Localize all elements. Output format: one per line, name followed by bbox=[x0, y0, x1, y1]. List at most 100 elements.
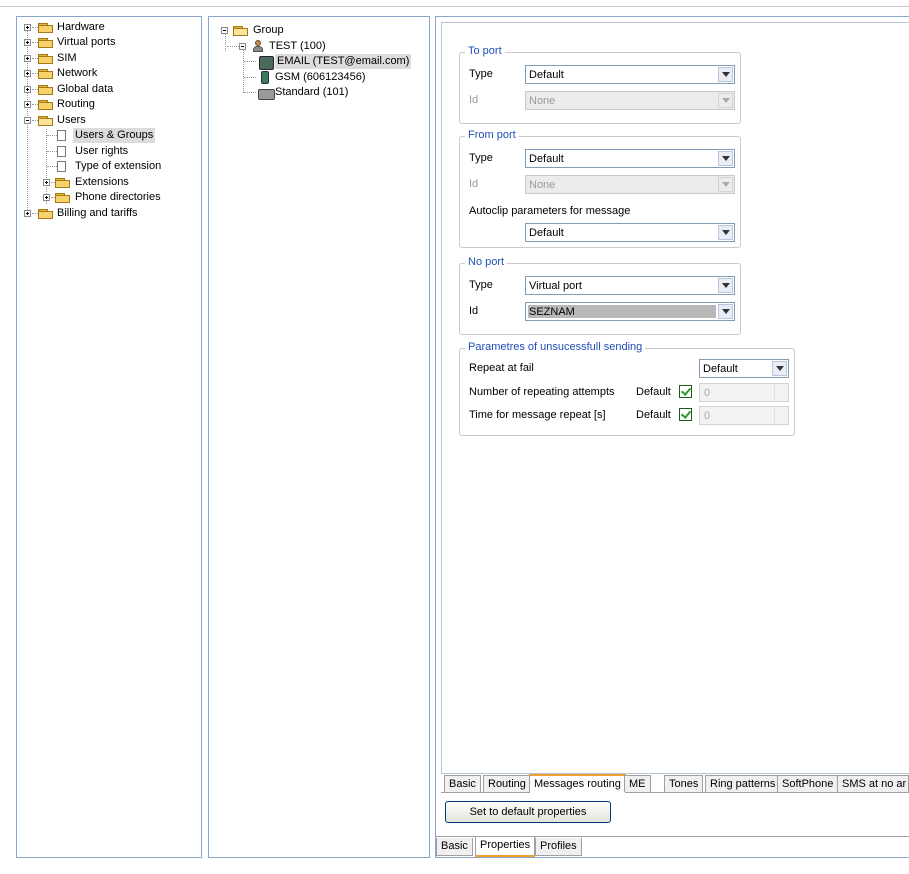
collapse-icon[interactable] bbox=[24, 117, 31, 124]
tree-label: GSM (606123456) bbox=[275, 71, 366, 83]
no-port-type-select[interactable]: Virtual port bbox=[525, 276, 735, 295]
chevron-down-icon[interactable] bbox=[718, 304, 733, 319]
set-default-properties-button[interactable]: Set to default properties bbox=[445, 801, 611, 823]
tab-routing[interactable]: Routing bbox=[483, 775, 531, 792]
document-icon bbox=[57, 146, 66, 157]
folder-icon bbox=[233, 26, 248, 36]
tab-softphone[interactable]: SoftPhone bbox=[777, 775, 839, 792]
email-extension-icon bbox=[259, 56, 274, 70]
time-default-checkbox[interactable] bbox=[679, 408, 692, 421]
tab-outer-basic[interactable]: Basic bbox=[436, 838, 473, 856]
field-label: Id bbox=[469, 305, 479, 317]
default-label: Default bbox=[636, 386, 671, 398]
user-icon bbox=[252, 40, 264, 53]
tree-label: User rights bbox=[75, 145, 129, 157]
unsuccessful-sending-group: Parametres of unsucessfull sending Repea… bbox=[459, 341, 795, 436]
expand-icon[interactable] bbox=[24, 101, 31, 108]
from-port-group: From port Type Default Id None Autoclip … bbox=[459, 129, 741, 248]
field-label: Number of repeating attempts bbox=[469, 386, 615, 398]
to-port-id-select[interactable]: None bbox=[525, 91, 735, 110]
tree-label: Hardware bbox=[57, 21, 105, 33]
field-label: Id bbox=[469, 94, 479, 106]
chevron-down-icon[interactable] bbox=[718, 67, 733, 82]
collapse-icon[interactable] bbox=[239, 43, 246, 50]
tree-label: Standard (101) bbox=[275, 86, 349, 98]
group-title: No port bbox=[465, 256, 508, 268]
field-label: Repeat at fail bbox=[469, 362, 534, 374]
tab-messages-routing[interactable]: Messages routing bbox=[529, 774, 626, 793]
spin-up-icon[interactable] bbox=[774, 408, 787, 415]
tree-label: Group bbox=[253, 24, 284, 36]
tab-outer-properties[interactable]: Properties bbox=[475, 837, 536, 857]
tab-basic[interactable]: Basic bbox=[444, 775, 481, 792]
folder-icon bbox=[38, 38, 53, 48]
from-port-id-select[interactable]: None bbox=[525, 175, 735, 194]
navigation-tree-pane: Hardware Virtual ports SIM Network Globa… bbox=[16, 16, 202, 858]
collapse-icon[interactable] bbox=[221, 27, 228, 34]
repeat-at-fail-select[interactable]: Default bbox=[699, 359, 789, 378]
tree-label: Phone directories bbox=[75, 191, 161, 203]
attempts-default-checkbox[interactable] bbox=[679, 385, 692, 398]
field-label: Autoclip parameters for message bbox=[469, 205, 631, 217]
chevron-down-icon[interactable] bbox=[772, 361, 787, 376]
field-label: Id bbox=[469, 178, 479, 190]
tab-tones[interactable]: Tones bbox=[664, 775, 704, 792]
group-title: From port bbox=[465, 129, 519, 141]
folder-icon bbox=[55, 193, 70, 203]
tab-outer-profiles[interactable]: Profiles bbox=[535, 838, 582, 856]
expand-icon[interactable] bbox=[24, 86, 31, 93]
expand-icon[interactable] bbox=[24, 24, 31, 31]
tab-me[interactable]: ME bbox=[624, 775, 651, 792]
chevron-down-icon[interactable] bbox=[718, 151, 733, 166]
chevron-down-icon[interactable] bbox=[718, 93, 733, 108]
expand-icon[interactable] bbox=[43, 179, 50, 186]
folder-icon bbox=[38, 54, 53, 64]
autoclip-select[interactable]: Default bbox=[525, 223, 735, 242]
field-label: Type bbox=[469, 152, 493, 164]
tree-label: TEST (100) bbox=[269, 40, 326, 52]
from-port-type-select[interactable]: Default bbox=[525, 149, 735, 168]
tree-label: Extensions bbox=[75, 176, 129, 188]
expand-icon[interactable] bbox=[24, 39, 31, 46]
tab-ring-patterns[interactable]: Ring patterns bbox=[705, 775, 781, 792]
to-port-type-select[interactable]: Default bbox=[525, 65, 735, 84]
spin-up-icon[interactable] bbox=[774, 385, 787, 392]
folder-icon bbox=[38, 69, 53, 79]
spin-down-icon[interactable] bbox=[774, 393, 787, 400]
tree-label: Routing bbox=[57, 98, 95, 110]
chevron-down-icon[interactable] bbox=[718, 225, 733, 240]
to-port-group: To port Type Default Id None bbox=[459, 45, 741, 124]
group-tree-pane: Group TEST (100) EMAIL (TEST@email.com) … bbox=[208, 16, 430, 858]
folder-icon bbox=[38, 100, 53, 110]
default-label: Default bbox=[636, 409, 671, 421]
tree-label: SIM bbox=[57, 52, 77, 64]
group-title: To port bbox=[465, 45, 505, 57]
no-port-id-select[interactable]: SEZNAM bbox=[525, 302, 735, 321]
field-label: Type bbox=[469, 68, 493, 80]
expand-icon[interactable] bbox=[43, 194, 50, 201]
tree-label: Virtual ports bbox=[57, 36, 116, 48]
chevron-down-icon[interactable] bbox=[718, 278, 733, 293]
tab-sms-at-no-answer[interactable]: SMS at no ar bbox=[837, 775, 909, 792]
window-top-border bbox=[0, 6, 909, 7]
tree-label: Users bbox=[57, 114, 86, 126]
tree-label: Network bbox=[57, 67, 98, 79]
folder-icon bbox=[38, 209, 53, 219]
chevron-down-icon[interactable] bbox=[718, 177, 733, 192]
expand-icon[interactable] bbox=[24, 70, 31, 77]
tree-label: Billing and tariffs bbox=[57, 207, 138, 219]
time-spinner[interactable]: 0 bbox=[699, 406, 789, 425]
expand-icon[interactable] bbox=[24, 210, 31, 217]
field-label: Time for message repeat [s] bbox=[469, 409, 606, 421]
mobile-phone-icon bbox=[261, 71, 269, 84]
open-folder-icon bbox=[38, 116, 53, 126]
group-title: Parametres of unsucessfull sending bbox=[465, 341, 646, 353]
document-icon bbox=[57, 161, 66, 172]
tree-label: Users & Groups bbox=[73, 128, 156, 143]
attempts-spinner[interactable]: 0 bbox=[699, 383, 789, 402]
tree-label: EMAIL (TEST@email.com) bbox=[275, 54, 412, 69]
no-port-group: No port Type Virtual port Id SEZNAM bbox=[459, 256, 741, 335]
expand-icon[interactable] bbox=[24, 55, 31, 62]
field-label: Type bbox=[469, 279, 493, 291]
spin-down-icon[interactable] bbox=[774, 416, 787, 423]
